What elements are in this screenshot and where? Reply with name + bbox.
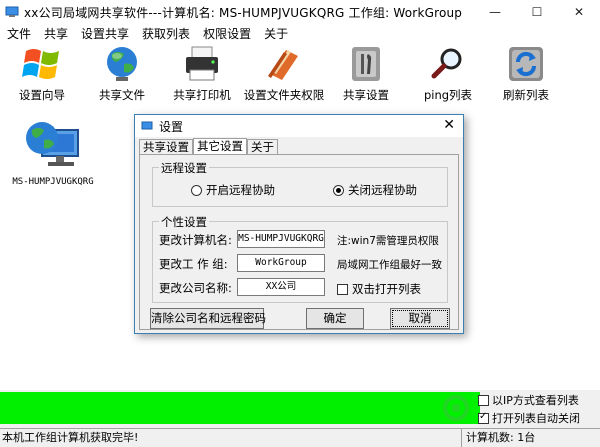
refresh-icon <box>504 44 548 84</box>
dialog-close-icon[interactable]: ✕ <box>443 117 455 133</box>
share-file-button[interactable]: 共享文件 <box>94 44 150 104</box>
enable-remote-radio[interactable]: 开启远程协助 <box>191 182 275 198</box>
radio-circle[interactable] <box>191 184 202 196</box>
ping-list-label: ping列表 <box>423 88 473 102</box>
title-bar: xx公司局域网共享软件---计算机名: MS-HUMPJVUGKQRG 工作组:… <box>0 0 600 24</box>
folder-permission-label: 设置文件夹权限 <box>243 88 325 102</box>
menu-set-share[interactable]: 设置共享 <box>81 25 129 42</box>
disable-remote-label: 关闭远程协助 <box>348 183 417 197</box>
magnifier-icon <box>426 44 470 84</box>
menu-permission[interactable]: 权限设置 <box>203 25 251 42</box>
menu-get-list[interactable]: 获取列表 <box>142 25 190 42</box>
progress-bar <box>0 392 480 424</box>
disable-remote-radio[interactable]: 关闭远程协助 <box>333 182 417 198</box>
remote-settings-group: 远程设置 开启远程协助 关闭远程协助 <box>152 160 448 207</box>
workgroup-label: 更改工 作 组: <box>159 257 228 271</box>
ip-view-option[interactable]: 以IP方式查看列表 <box>478 392 579 408</box>
computer-name: MS-HUMPJVUGKQRG <box>12 177 94 187</box>
dblclick-option[interactable]: 双击打开列表 <box>337 281 421 297</box>
close-button[interactable]: ✕ <box>558 0 600 24</box>
window-title: xx公司局域网共享软件---计算机名: MS-HUMPJVUGKQRG 工作组:… <box>24 5 463 20</box>
maximize-button[interactable]: ☐ <box>516 0 558 24</box>
share-printer-button[interactable]: 共享打印机 <box>170 44 234 104</box>
setup-wizard-button[interactable]: 设置向导 <box>14 44 70 104</box>
tools-icon <box>344 44 388 84</box>
auto-close-checkbox[interactable] <box>478 411 489 424</box>
tab-panel: 远程设置 开启远程协助 关闭远程协助 个性设置 更改计算机名: MS-HUMPJ… <box>139 154 459 330</box>
share-settings-button[interactable]: 共享设置 <box>338 44 394 104</box>
progress-area: 以IP方式查看列表 打开列表自动关闭 <box>0 390 600 428</box>
share-file-label: 共享文件 <box>99 88 145 102</box>
ok-button[interactable]: 确定 <box>306 308 364 329</box>
toolbar: 设置向导 共享文件 共享打印机 设置文件夹权限 共享设置 ping列表 刷新列表 <box>0 42 600 106</box>
computer-item[interactable]: MS-HUMPJVUGKQRG <box>8 116 98 187</box>
radio-circle-selected[interactable] <box>333 184 344 196</box>
globe-icon <box>100 44 144 84</box>
clear-company-button[interactable]: 清除公司名和远程密码 <box>150 308 266 329</box>
enable-remote-label: 开启远程协助 <box>206 183 275 197</box>
menu-share[interactable]: 共享 <box>44 25 68 42</box>
personal-group-title: 个性设置 <box>159 214 209 230</box>
ping-list-button[interactable]: ping列表 <box>420 44 476 104</box>
setup-wizard-label: 设置向导 <box>19 88 65 102</box>
computer-count: 计算机数: 1台 <box>466 431 536 444</box>
ip-view-checkbox[interactable] <box>478 394 489 406</box>
refresh-list-button[interactable]: 刷新列表 <box>498 44 554 104</box>
dblclick-label: 双击打开列表 <box>352 282 421 296</box>
dialog-tabs: 共享设置 其它设置 关于 <box>139 138 278 155</box>
auto-close-option[interactable]: 打开列表自动关闭 <box>478 410 580 426</box>
status-message: 本机工作组计算机获取完毕! <box>0 429 462 447</box>
minimize-button[interactable]: — <box>474 0 516 24</box>
menu-file[interactable]: 文件 <box>7 25 31 42</box>
ip-view-label: 以IP方式查看列表 <box>492 394 579 407</box>
folder-permission-button[interactable]: 设置文件夹权限 <box>243 44 325 104</box>
cancel-button[interactable]: 取消 <box>390 308 450 329</box>
personal-settings-group: 个性设置 更改计算机名: MS-HUMPJVUGKQRG 注:win7需管理员权… <box>152 214 448 303</box>
tab-share-settings[interactable]: 共享设置 <box>139 139 193 155</box>
computer-name-input[interactable]: MS-HUMPJVUGKQRG <box>237 230 325 248</box>
gear-icon <box>443 395 469 421</box>
dialog-title-bar: 设置 ✕ <box>135 115 463 137</box>
books-icon <box>262 44 306 84</box>
company-label: 更改公司名称: <box>159 281 232 295</box>
computer-name-label: 更改计算机名: <box>159 233 232 247</box>
dialog-title: 设置 <box>159 119 184 134</box>
network-computer-icon <box>24 116 82 173</box>
workgroup-input[interactable]: WorkGroup <box>237 254 325 272</box>
share-settings-label: 共享设置 <box>343 88 389 102</box>
refresh-list-label: 刷新列表 <box>503 88 549 102</box>
company-input[interactable]: XX公司 <box>237 278 325 296</box>
dialog-app-icon <box>141 121 153 130</box>
auto-close-label: 打开列表自动关闭 <box>492 412 580 425</box>
workgroup-note: 局域网工作组最好一致 <box>337 259 442 271</box>
computer-name-note: 注:win7需管理员权限 <box>337 235 439 247</box>
status-bar: 本机工作组计算机获取完毕! 计算机数: 1台 <box>0 428 600 447</box>
app-icon <box>5 6 19 17</box>
tab-other-settings[interactable]: 其它设置 <box>193 138 247 155</box>
remote-group-title: 远程设置 <box>159 160 209 176</box>
settings-dialog: 设置 ✕ 共享设置 其它设置 关于 远程设置 开启远程协助 关闭远程协助 个性设… <box>134 114 464 334</box>
share-printer-label: 共享打印机 <box>173 88 231 102</box>
windows-logo-icon <box>20 44 64 84</box>
menu-about[interactable]: 关于 <box>264 25 288 42</box>
dblclick-checkbox[interactable] <box>337 283 348 295</box>
tab-about[interactable]: 关于 <box>247 139 278 155</box>
printer-icon <box>180 44 224 84</box>
menu-bar: 文件 共享 设置共享 获取列表 权限设置 关于 <box>0 24 600 42</box>
